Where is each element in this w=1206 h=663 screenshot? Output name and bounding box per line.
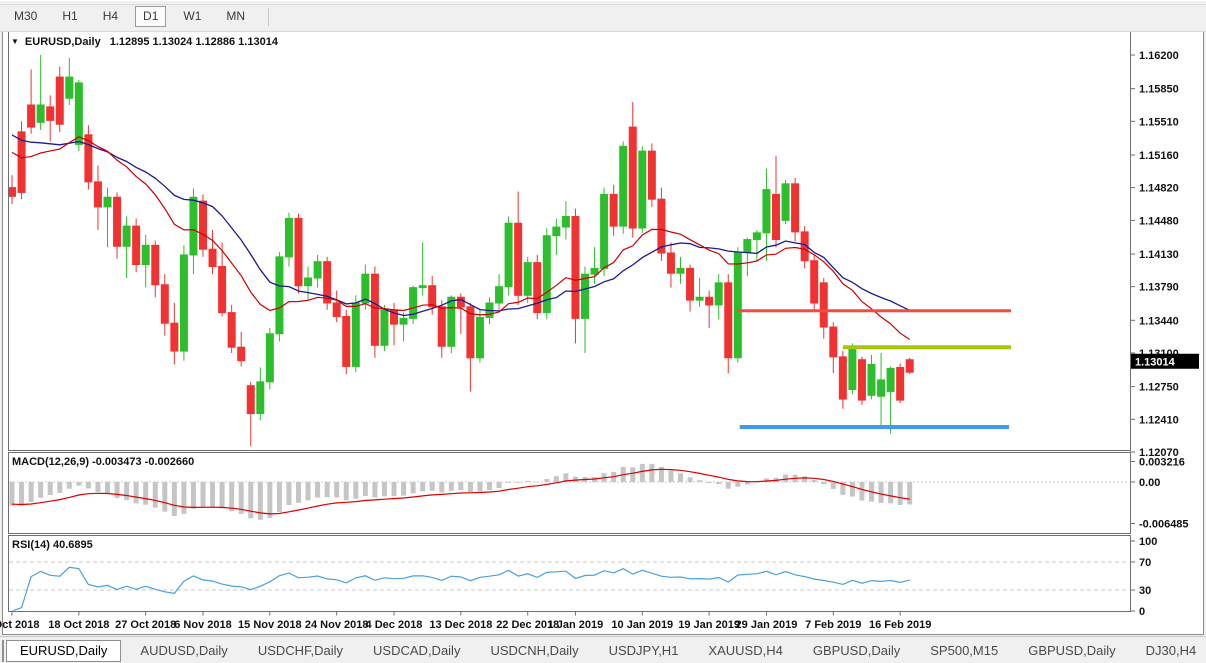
timeframe-button-d1[interactable]: D1 [135,6,166,27]
svg-text:0.003216: 0.003216 [1139,456,1185,468]
svg-text:1.14130: 1.14130 [1139,249,1179,261]
svg-text:10 Jan 2019: 10 Jan 2019 [611,619,673,631]
timeframe-buttons: M30 H1 H4 D1 W1 MN [6,6,275,27]
svg-text:18 Oct 2018: 18 Oct 2018 [48,619,109,631]
svg-text:19 Jan 2019: 19 Jan 2019 [678,619,740,631]
svg-text:16 Feb 2019: 16 Feb 2019 [869,619,931,631]
tab-usdcnh-daily[interactable]: USDCNH,Daily [477,641,591,661]
chart-symbol-label: EURUSD,Daily [25,36,101,48]
svg-text:4 Dec 2018: 4 Dec 2018 [366,619,423,631]
timeframe-button-mn[interactable]: MN [218,6,253,27]
chart-ohlc-values: 1.12895 1.13024 1.12886 1.13014 [110,36,278,48]
svg-text:70: 70 [1139,557,1151,569]
macd-indicator-label: MACD(12,26,9) -0.003473 -0.002660 [12,456,194,468]
rsi-indicator-label: RSI(14) 40.6895 [12,539,93,551]
chart-dropdown-icon[interactable]: ▼ [11,37,19,46]
timeframe-toolbar: M30 H1 H4 D1 W1 MN [0,0,1206,32]
svg-text:24 Nov 2018: 24 Nov 2018 [305,619,369,631]
tab-gbpusd-daily[interactable]: GBPUSD,Daily [1015,641,1128,661]
svg-text:1 Jan 2019: 1 Jan 2019 [548,619,604,631]
tab-audusd-daily[interactable]: AUDUSD,Daily [127,641,240,661]
svg-text:1.15160: 1.15160 [1139,150,1179,162]
svg-text:6 Nov 2018: 6 Nov 2018 [174,619,231,631]
chart-canvas[interactable]: 1.16200 1.15850 1.15510 1.15160 1.14820 1.144… [0,0,1206,636]
svg-text:9 Oct 2018: 9 Oct 2018 [0,619,40,631]
tab-sp500-m15[interactable]: SP500,M15 [917,641,1011,661]
tab-xauusd-h4[interactable]: XAUUSD,H4 [695,641,795,661]
timeframe-button-h1[interactable]: H1 [54,6,85,27]
svg-text:1.13014: 1.13014 [1135,356,1176,368]
svg-text:1.15510: 1.15510 [1139,116,1179,128]
svg-text:0.00: 0.00 [1139,477,1160,489]
svg-text:30: 30 [1139,585,1151,597]
tab-dj30-h4[interactable]: DJ30,H4 [1133,641,1206,661]
tab-gbpusd-daily[interactable]: GBPUSD,Daily [800,641,913,661]
trading-terminal-window: M30 H1 H4 D1 W1 MN 1.16200 1.15850 1.15510 1.151… [0,0,1206,663]
tab-stub [2,640,4,662]
svg-text:1.13790: 1.13790 [1139,282,1179,294]
tab-usdchf-daily[interactable]: USDCHF,Daily [245,641,356,661]
svg-text:1.14820: 1.14820 [1139,183,1179,195]
toolbar-divider [0,4,1206,5]
svg-text:13 Dec 2018: 13 Dec 2018 [429,619,492,631]
svg-text:27 Oct 2018: 27 Oct 2018 [115,619,176,631]
tab-usdcad-daily[interactable]: USDCAD,Daily [360,641,473,661]
svg-text:1.12410: 1.12410 [1139,414,1179,426]
svg-text:29 Jan 2019: 29 Jan 2019 [736,619,798,631]
svg-text:15 Nov 2018: 15 Nov 2018 [238,619,302,631]
svg-text:100: 100 [1139,536,1157,548]
svg-text:-0.006485: -0.006485 [1139,519,1189,531]
timeframe-button-m30[interactable]: M30 [6,6,45,27]
svg-text:0: 0 [1139,606,1145,618]
timeframe-button-w1[interactable]: W1 [175,6,209,27]
svg-text:1.15850: 1.15850 [1139,84,1179,96]
tab-eurusd-daily[interactable]: EURUSD,Daily [6,640,121,662]
tab-usdjpy-h1[interactable]: USDJPY,H1 [596,641,692,661]
svg-text:1.16200: 1.16200 [1139,50,1179,62]
chart-title[interactable]: ▼ EURUSD,Daily 1.12895 1.13024 1.12886 1.1… [11,36,278,48]
toolbar-separator [268,8,269,26]
svg-text:7 Feb 2019: 7 Feb 2019 [805,619,861,631]
timeframe-button-h4[interactable]: H4 [95,6,126,27]
svg-text:1.13440: 1.13440 [1139,315,1179,327]
chart-tab-bar: EURUSD,DailyAUDUSD,DailyUSDCHF,DailyUSDC… [0,636,1206,663]
svg-text:1.12750: 1.12750 [1139,382,1179,394]
svg-text:1.14480: 1.14480 [1139,215,1179,227]
